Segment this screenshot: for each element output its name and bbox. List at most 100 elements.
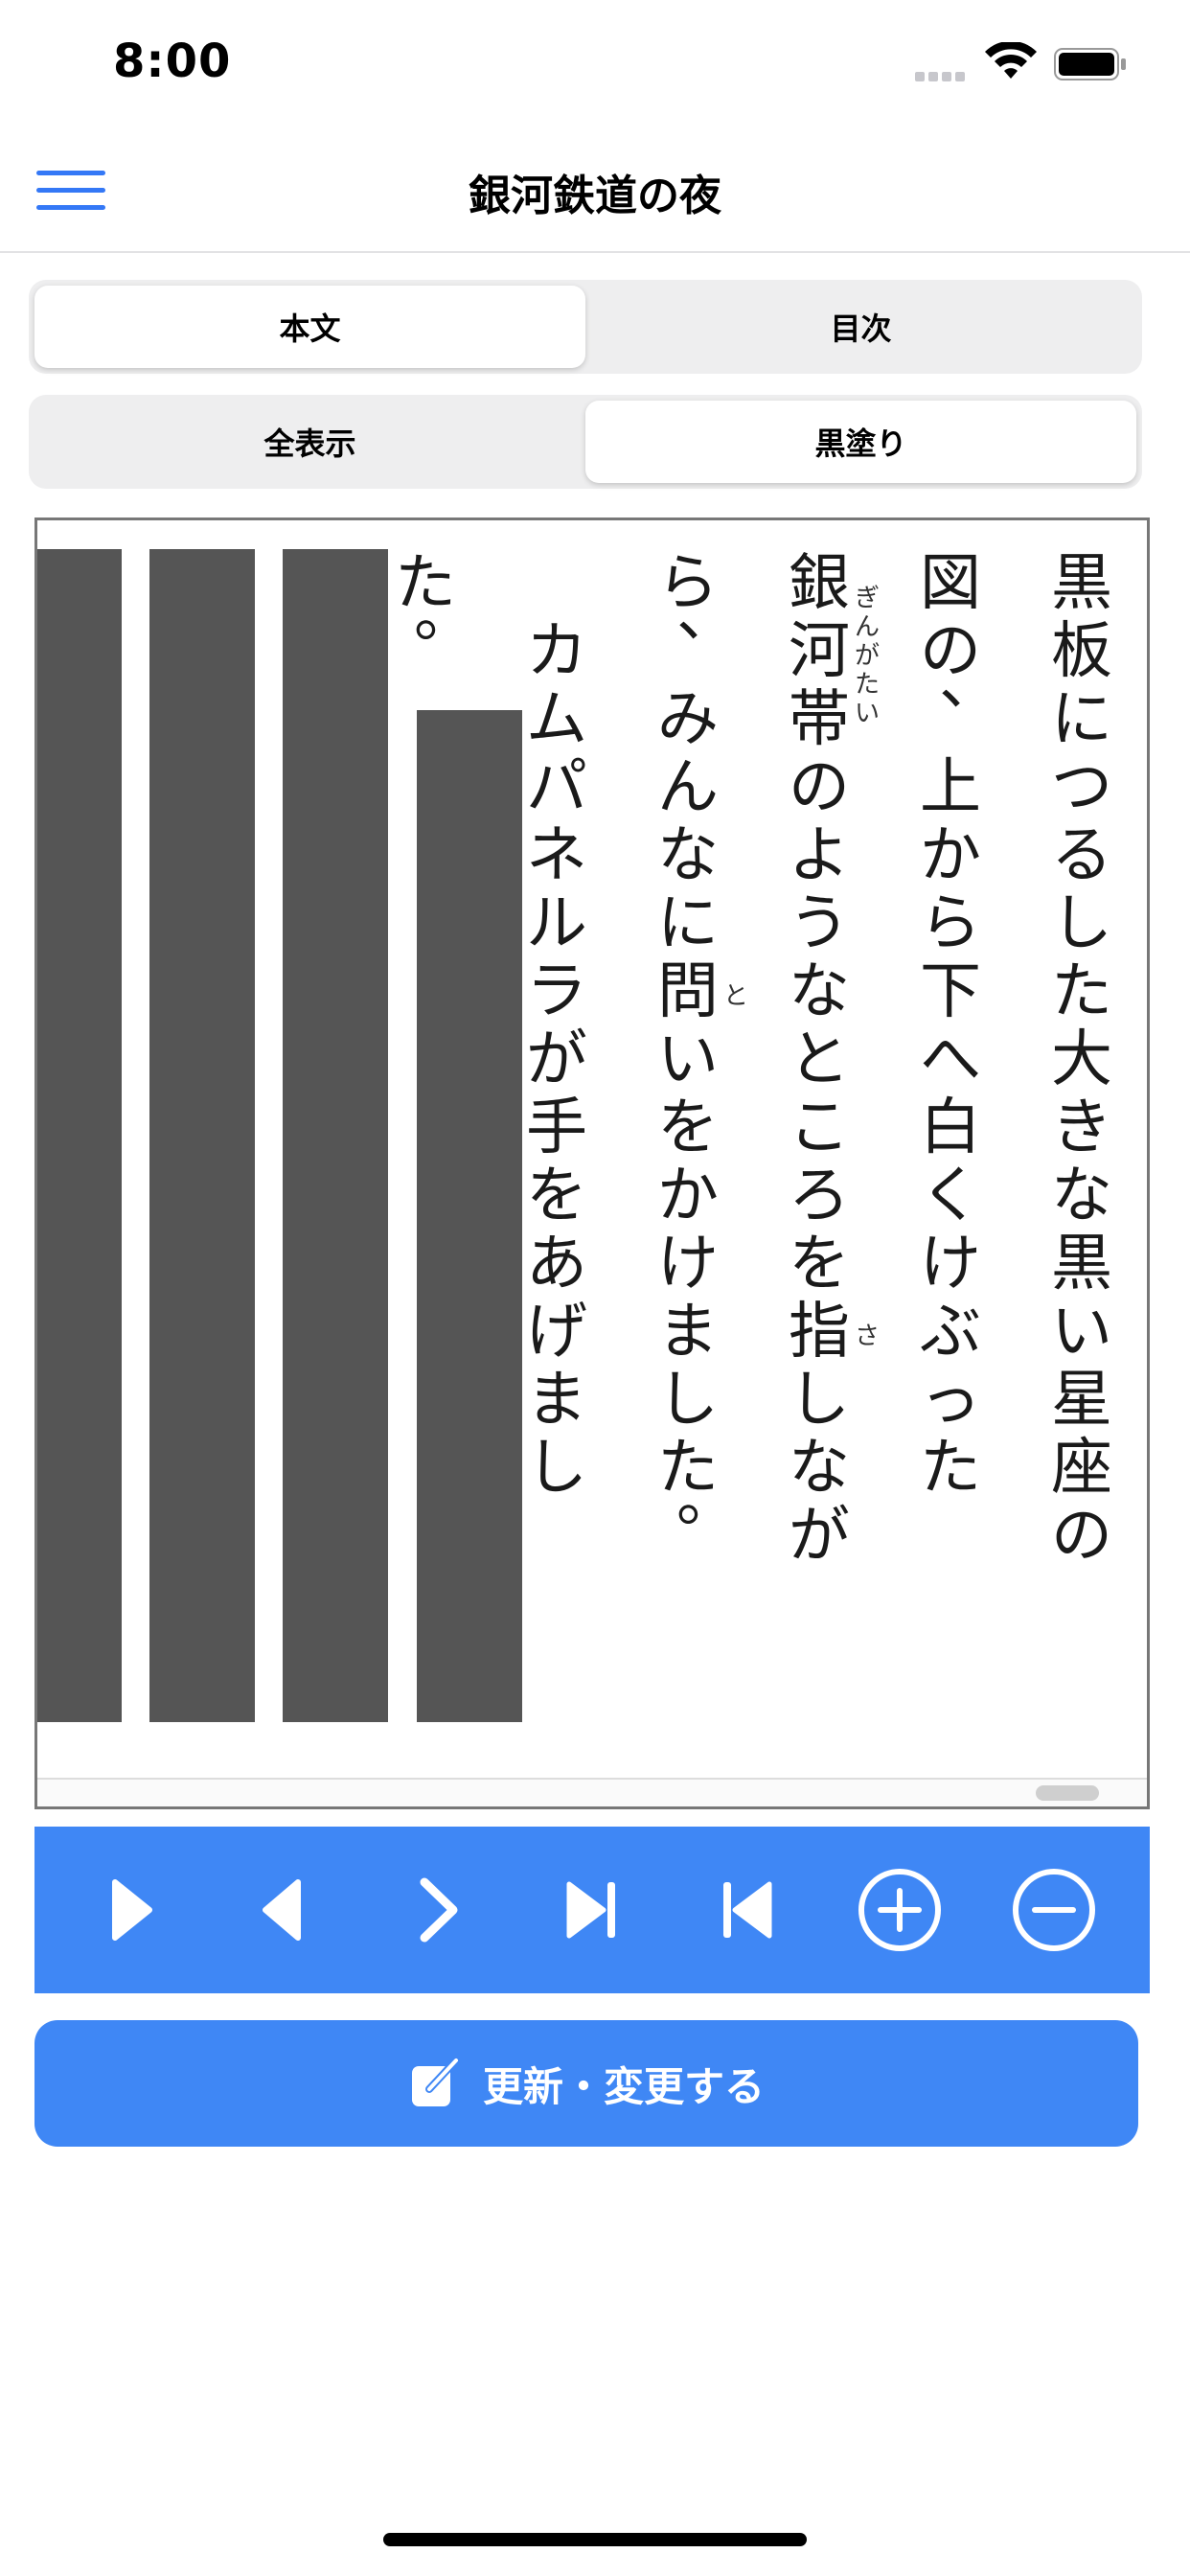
reader-character: い: [657, 1024, 719, 1095]
next-icon: [420, 1877, 458, 1943]
reader-character: [526, 548, 587, 619]
reader-character: け: [920, 1229, 981, 1300]
scrollbar-thumb[interactable]: [1036, 1785, 1099, 1801]
edit-icon: [411, 2058, 458, 2106]
zoom-out-icon: [1012, 1869, 1095, 1951]
zoom-out-button[interactable]: [1001, 1857, 1107, 1963]
reader-character: を: [789, 1229, 850, 1300]
reader-character: し: [789, 1365, 850, 1436]
ruby-annotation: ん: [855, 613, 880, 642]
reader-character: き: [1051, 1092, 1112, 1163]
zoom-in-button[interactable]: [847, 1857, 952, 1963]
reader-character: ネ: [526, 820, 587, 891]
zoom-in-icon: [858, 1869, 942, 1951]
reader-character: 図: [920, 548, 981, 619]
vertical-text-reader[interactable]: 黒板につるした大きな黒い星座の図の、上から下へ白くけぶった銀河帯のようなところを…: [34, 518, 1150, 1809]
ruby-annotation: と: [723, 982, 748, 1011]
ruby-annotation: ぎ: [855, 585, 880, 613]
tab-blackout[interactable]: 黒塗り: [585, 401, 1136, 483]
tab-show-all[interactable]: 全表示: [34, 401, 585, 483]
reader-character: い: [1051, 1297, 1112, 1368]
reader-character: ま: [657, 1297, 719, 1368]
skip-to-end-button[interactable]: [539, 1857, 645, 1963]
reader-character: 問: [657, 956, 719, 1027]
reader-character: う: [789, 888, 850, 959]
status-time: 8:00: [113, 34, 232, 88]
update-change-button[interactable]: 更新・変更する: [34, 2020, 1138, 2147]
reader-character: 星: [1051, 1365, 1112, 1436]
reader-character: ま: [526, 1365, 587, 1436]
ruby-annotation: さ: [855, 1322, 880, 1351]
reader-character: あ: [526, 1229, 587, 1300]
reader-character: カ: [526, 616, 587, 687]
reader-character: 、: [676, 580, 738, 651]
reader-character: し: [526, 1433, 587, 1504]
reader-character: ぶ: [920, 1297, 981, 1368]
tab-table-of-contents[interactable]: 目次: [585, 286, 1136, 368]
wifi-icon: [985, 42, 1037, 79]
reader-character: 河: [789, 616, 850, 687]
reader-character: け: [657, 1229, 719, 1300]
reader-character: に: [1051, 684, 1112, 755]
next-button[interactable]: [385, 1857, 491, 1963]
skip-to-start-icon: [722, 1881, 772, 1939]
playback-toolbar: [34, 1827, 1150, 1993]
reader-character: つ: [1051, 752, 1112, 823]
reader-character: か: [920, 820, 981, 891]
reader-character: 座: [1051, 1433, 1112, 1504]
skip-to-start-button[interactable]: [694, 1857, 799, 1963]
home-indicator: [383, 2533, 807, 2546]
reader-character: 大: [1051, 1024, 1112, 1095]
reader-character: ル: [526, 888, 587, 959]
reader-character: こ: [789, 1092, 850, 1163]
previous-button[interactable]: [232, 1857, 337, 1963]
blackout-mask[interactable]: [417, 710, 522, 1722]
reader-character: 板: [1051, 616, 1112, 687]
reader-character: ラ: [526, 956, 587, 1027]
update-change-label: 更新・変更する: [482, 2062, 765, 2110]
reader-character: た: [920, 1433, 981, 1504]
reader-character: し: [1051, 888, 1112, 959]
reader-character: の: [789, 752, 850, 823]
reader-character: へ: [920, 1024, 981, 1095]
content-segmented-control: 本文 目次: [29, 280, 1142, 374]
reader-character: た: [1051, 956, 1112, 1027]
reader-character: く: [920, 1161, 981, 1231]
reader-character: が: [526, 1024, 587, 1095]
display-mode-segmented-control: 全表示 黒塗り: [29, 395, 1142, 489]
reader-character: が: [789, 1501, 850, 1572]
reader-character: な: [789, 956, 850, 1027]
reader-character: 黒: [1051, 548, 1112, 619]
reader-character: と: [789, 1024, 850, 1095]
reader-character: の: [1051, 1501, 1112, 1572]
horizontal-scrollbar[interactable]: [37, 1778, 1147, 1806]
navigation-bar: 銀河鉄道の夜: [0, 126, 1190, 253]
reader-character: げ: [526, 1297, 587, 1368]
reader-character: 上: [920, 752, 981, 823]
ruby-annotation: が: [855, 642, 880, 671]
tab-main-text[interactable]: 本文: [34, 286, 585, 368]
previous-icon: [262, 1879, 301, 1941]
reader-character: パ: [526, 752, 587, 823]
play-button[interactable]: [78, 1857, 183, 1963]
skip-to-end-icon: [566, 1881, 615, 1939]
reader-character: 、: [939, 648, 1000, 719]
reader-character: ろ: [789, 1161, 850, 1231]
play-icon: [112, 1879, 153, 1941]
reader-character: ん: [657, 752, 719, 823]
blackout-mask[interactable]: [37, 549, 122, 1722]
ruby-annotation: い: [855, 700, 880, 728]
blackout-mask[interactable]: [149, 549, 255, 1722]
reader-character: な: [1051, 1161, 1112, 1231]
reader-character: っ: [920, 1365, 981, 1436]
cellular-signal-icon: [915, 67, 969, 85]
reader-character: か: [657, 1161, 719, 1231]
reader-character: み: [657, 684, 719, 755]
status-bar: 8:00: [0, 0, 1190, 126]
reader-character: 。: [676, 1464, 738, 1535]
ruby-annotation: た: [855, 671, 880, 700]
reader-canvas: 黒板につるした大きな黒い星座の図の、上から下へ白くけぶった銀河帯のようなところを…: [37, 548, 1112, 1722]
blackout-mask[interactable]: [283, 549, 388, 1722]
reader-character: ム: [526, 684, 587, 755]
battery-icon: [1054, 48, 1126, 80]
